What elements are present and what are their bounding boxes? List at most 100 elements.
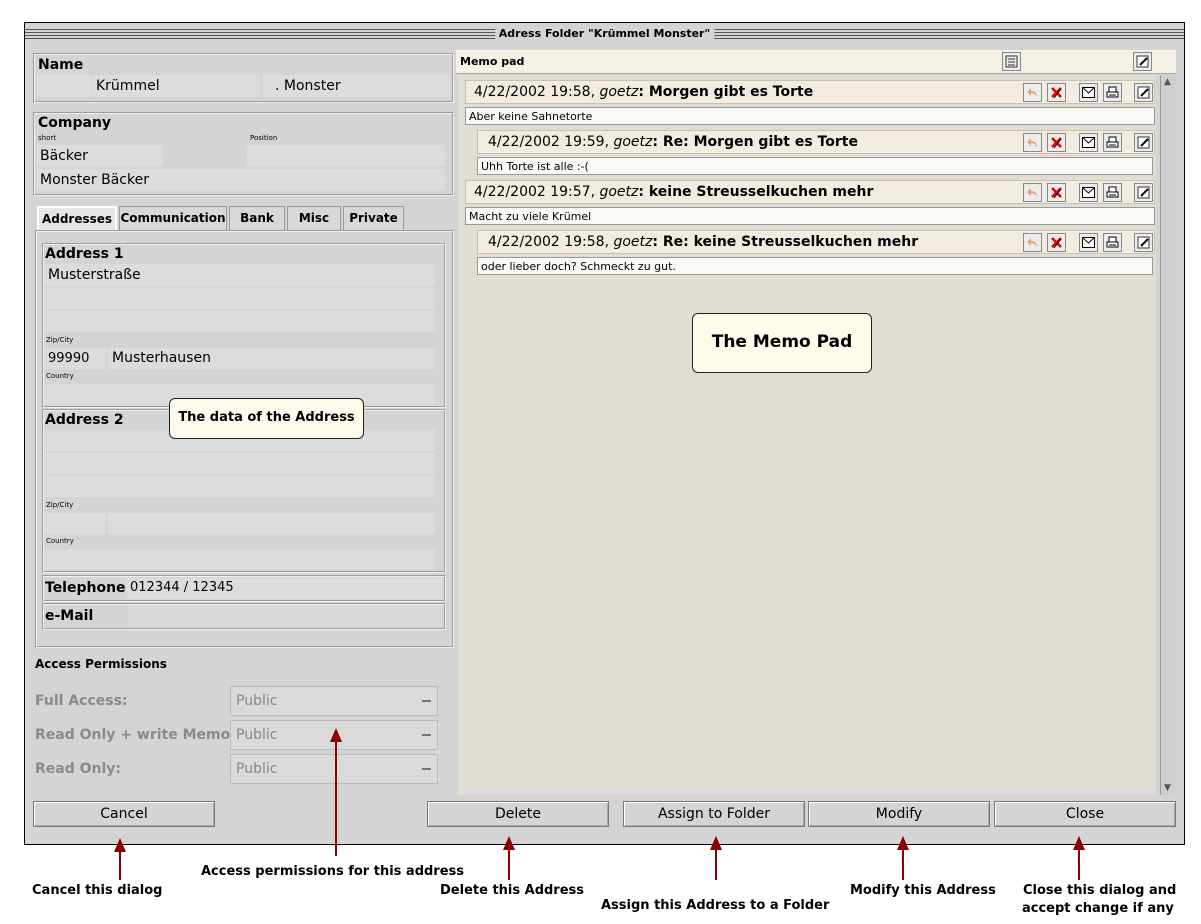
mail-icon[interactable] xyxy=(1079,83,1098,102)
delete-memo-icon[interactable] xyxy=(1047,133,1066,152)
tab-addresses-label: Addresses xyxy=(41,212,113,226)
memo-list-icon[interactable] xyxy=(1002,52,1021,71)
edit-memo-icon[interactable] xyxy=(1134,183,1153,202)
tab-communication[interactable]: Communication xyxy=(119,206,227,230)
delete-button[interactable]: Delete xyxy=(427,801,609,827)
tab-bank[interactable]: Bank xyxy=(229,206,285,230)
memo-entry-body: Macht zu viele Krümel xyxy=(465,207,1155,225)
tab-private-label: Private xyxy=(349,211,398,225)
print-icon[interactable] xyxy=(1103,133,1122,152)
address2-zip-field[interactable] xyxy=(45,513,106,534)
address1-street2-field[interactable] xyxy=(45,288,435,309)
modify-button[interactable]: Modify xyxy=(808,801,990,827)
memo-callout-text: The Memo Pad xyxy=(711,332,853,352)
memo-entry-body: oder lieber doch? Schmeckt zu gut. xyxy=(477,257,1153,275)
new-memo-icon[interactable] xyxy=(1133,52,1152,71)
memo-entry-author: goetz xyxy=(613,134,653,150)
read-only-label: Read Only: xyxy=(35,761,122,777)
address1-zip-field[interactable]: 99990 xyxy=(45,348,106,369)
first-name-value: Krümmel xyxy=(96,78,160,94)
address1-city-field[interactable]: Musterhausen xyxy=(108,348,435,369)
cancel-arrow-line xyxy=(119,850,121,880)
address2-street2-field[interactable] xyxy=(45,453,435,474)
read-only-select[interactable]: Public xyxy=(230,754,438,784)
mail-icon[interactable] xyxy=(1079,183,1098,202)
delete-memo-icon[interactable] xyxy=(1047,233,1066,252)
last-name-value: . Monster xyxy=(275,78,341,94)
address2-city-field[interactable] xyxy=(108,513,435,534)
address2-street3-field[interactable] xyxy=(45,476,435,497)
close-button[interactable]: Close xyxy=(994,801,1176,827)
company-name-field[interactable]: Monster Bäcker xyxy=(37,169,445,190)
company-name-value: Monster Bäcker xyxy=(40,172,149,188)
email-field[interactable] xyxy=(128,606,442,627)
tab-private[interactable]: Private xyxy=(343,206,404,230)
address2-country-field[interactable] xyxy=(45,549,435,570)
full-access-label: Full Access: xyxy=(35,693,128,709)
last-name-field[interactable]: . Monster xyxy=(262,75,450,97)
cancel-annotation: Cancel this dialog xyxy=(32,883,163,898)
memo-entry-body: Uhh Torte ist alle :-( xyxy=(477,157,1153,175)
read-write-memo-value: Public xyxy=(236,727,278,743)
telephone-field[interactable]: 012344 / 12345 xyxy=(126,578,442,599)
edit-memo-icon[interactable] xyxy=(1134,233,1153,252)
memo-entry-date: 4/22/2002 19:59, xyxy=(488,134,610,150)
address1-label: Address 1 xyxy=(45,246,124,262)
assign-folder-button[interactable]: Assign to Folder xyxy=(623,801,805,827)
mail-icon[interactable] xyxy=(1079,133,1098,152)
tab-addresses[interactable]: Addresses xyxy=(37,206,117,230)
print-icon[interactable] xyxy=(1103,183,1122,202)
memo-entry-date: 4/22/2002 19:57, xyxy=(474,184,596,200)
name-prefix-field[interactable] xyxy=(37,75,91,97)
edit-memo-icon[interactable] xyxy=(1134,83,1153,102)
company-short-field[interactable]: Bäcker xyxy=(37,145,163,166)
address1-city-value: Musterhausen xyxy=(112,350,211,366)
print-icon[interactable] xyxy=(1103,83,1122,102)
telephone-value: 012344 / 12345 xyxy=(130,580,234,595)
memo-scrollbar[interactable]: ▲ ▼ xyxy=(1160,75,1176,795)
memo-entry-author: goetz xyxy=(599,184,639,200)
memo-entry-header[interactable]: 4/22/2002 19:57, goetz: keine Streusselk… xyxy=(465,180,1155,204)
dropdown-icon xyxy=(422,768,431,770)
mail-icon[interactable] xyxy=(1079,233,1098,252)
delete-annotation: Delete this Address xyxy=(440,883,585,898)
memo-entry-header[interactable]: 4/22/2002 19:59, goetz: Re: Morgen gibt … xyxy=(477,130,1155,154)
first-name-field[interactable]: Krümmel xyxy=(92,75,260,97)
memo-entry-header[interactable]: 4/22/2002 19:58, goetz: Re: keine Streus… xyxy=(477,230,1155,254)
reply-icon[interactable] xyxy=(1023,133,1042,152)
company-position-field[interactable] xyxy=(247,145,445,166)
memo-entry-text: Macht zu viele Krümel xyxy=(469,210,592,223)
memo-entry-author: goetz xyxy=(613,234,653,250)
reply-icon[interactable] xyxy=(1023,83,1042,102)
address1-street3-field[interactable] xyxy=(45,311,435,332)
scroll-up-icon[interactable]: ▲ xyxy=(1164,77,1171,87)
reply-icon[interactable] xyxy=(1023,233,1042,252)
delete-memo-icon[interactable] xyxy=(1047,83,1066,102)
memo-callout: The Memo Pad xyxy=(692,313,872,373)
close-arrow-line xyxy=(1078,848,1080,880)
edit-memo-icon[interactable] xyxy=(1134,133,1153,152)
cancel-button[interactable]: Cancel xyxy=(33,801,215,827)
full-access-value: Public xyxy=(236,693,278,709)
scroll-down-icon[interactable]: ▼ xyxy=(1164,783,1171,793)
memo-entry-date: 4/22/2002 19:58, xyxy=(488,234,610,250)
memo-entry-header[interactable]: 4/22/2002 19:58, goetz: Morgen gibt es T… xyxy=(465,80,1155,104)
title-bar[interactable]: Adress Folder "Krümmel Monster" xyxy=(25,26,1184,44)
memo-entry-subject: : Re: keine Streusselkuchen mehr xyxy=(652,234,919,250)
access-arrow-line xyxy=(335,740,337,856)
print-icon[interactable] xyxy=(1103,233,1122,252)
address1-country-label: Country xyxy=(46,372,74,380)
address1-street-value: Musterstraße xyxy=(48,267,141,283)
full-access-select[interactable]: Public xyxy=(230,686,438,716)
tab-misc[interactable]: Misc xyxy=(287,206,341,230)
dropdown-icon xyxy=(422,734,431,736)
address2-zipcity-label: Zip/City xyxy=(46,501,74,509)
address2-country-label: Country xyxy=(46,537,74,545)
dropdown-icon xyxy=(422,700,431,702)
delete-arrow-line xyxy=(508,848,510,880)
close-annotation-line2: accept change if any xyxy=(1022,901,1174,916)
address1-street-field[interactable]: Musterstraße xyxy=(45,264,435,286)
reply-icon[interactable] xyxy=(1023,183,1042,202)
delete-memo-icon[interactable] xyxy=(1047,183,1066,202)
memo-pad-title: Memo pad xyxy=(460,55,525,68)
